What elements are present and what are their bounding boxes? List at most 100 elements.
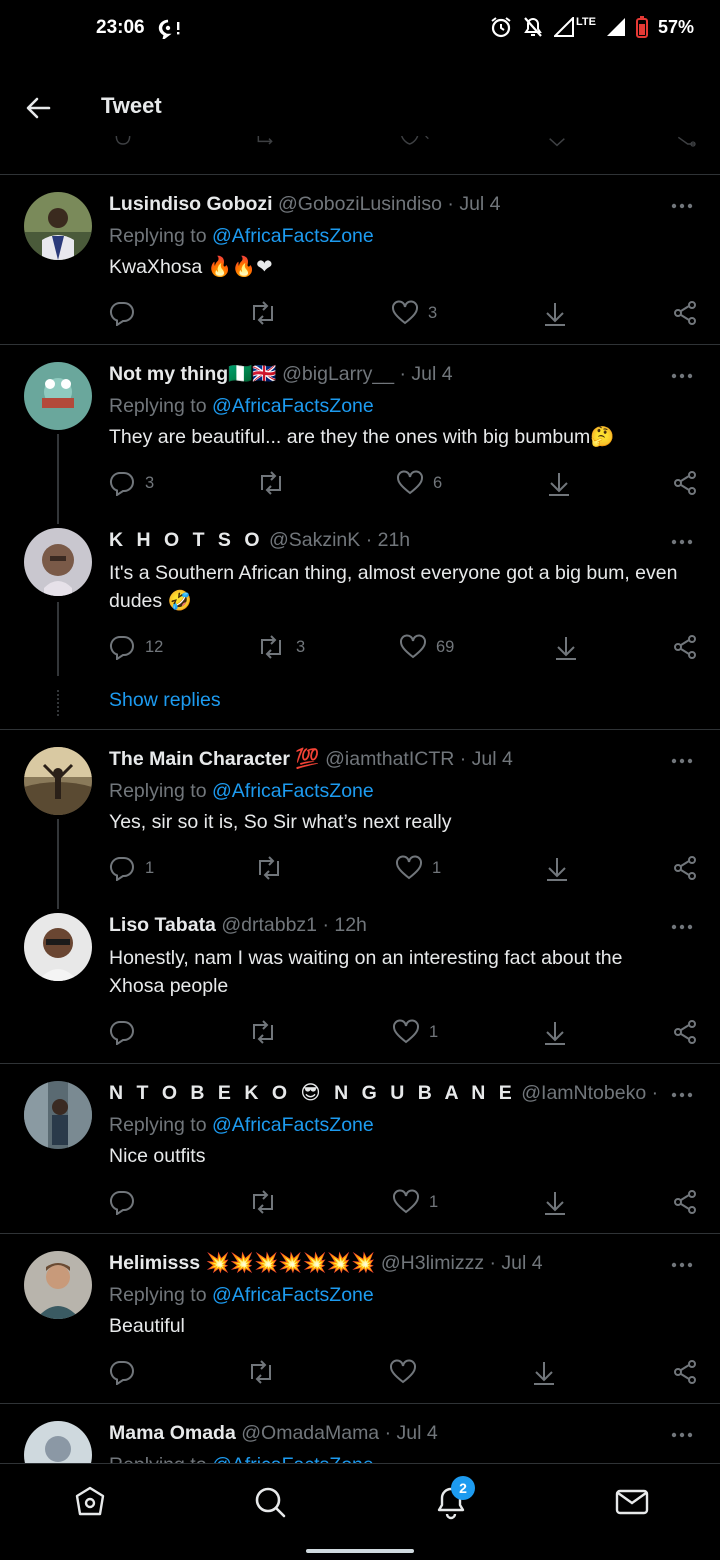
replying-to: Replying to @AfricaFactsZone	[109, 224, 374, 248]
search-icon[interactable]	[252, 1484, 288, 1520]
page-title: Tweet	[101, 93, 162, 118]
signal-icon-2	[606, 18, 625, 36]
more-share-button[interactable]	[672, 468, 698, 498]
share-button[interactable]	[542, 1187, 568, 1217]
retweet-button[interactable]	[246, 1357, 286, 1387]
tweet[interactable]: Lusindiso Gobozi @GoboziLusindiso · Jul …	[0, 174, 720, 344]
more-options-icon[interactable]	[670, 1091, 694, 1099]
author-handle[interactable]: @SakzinK	[269, 529, 360, 551]
reply-button[interactable]: 3	[109, 468, 154, 498]
avatar[interactable]	[24, 747, 92, 815]
retweet-button[interactable]	[254, 853, 294, 883]
author-handle[interactable]: @iamthatICTR	[325, 748, 454, 770]
retweet-button[interactable]	[248, 1187, 288, 1217]
replying-to: Replying to @AfricaFactsZone	[109, 1113, 374, 1137]
more-share-button[interactable]	[672, 853, 698, 883]
more-options-icon[interactable]	[670, 1431, 694, 1439]
avatar[interactable]	[24, 528, 92, 596]
share-button[interactable]	[546, 468, 572, 498]
mention-link[interactable]: @AfricaFactsZone	[212, 1454, 374, 1463]
reply-count: 1	[145, 858, 155, 877]
arrow-left-icon[interactable]	[22, 92, 54, 124]
like-button[interactable]	[390, 1357, 426, 1387]
author-handle[interactable]: @bigLarry__	[282, 363, 394, 385]
author-name[interactable]: N T O B E K O 😎 N G U B A N E	[109, 1082, 516, 1104]
retweet-button[interactable]: 3	[256, 632, 305, 662]
more-options-icon[interactable]	[670, 1261, 694, 1269]
reply-button[interactable]	[109, 298, 145, 328]
like-button[interactable]: 69	[400, 632, 454, 662]
author-name[interactable]: Liso Tabata	[109, 914, 216, 936]
avatar[interactable]	[24, 1081, 92, 1149]
author-handle[interactable]: @OmadaMama	[241, 1422, 379, 1444]
share-button[interactable]	[531, 1357, 557, 1387]
more-share-button[interactable]	[672, 1187, 698, 1217]
reply-button[interactable]	[109, 1357, 145, 1387]
like-button[interactable]: 1	[393, 1187, 438, 1217]
author-handle[interactable]: @IamNtobeko	[521, 1082, 646, 1104]
like-count: 1	[429, 1022, 439, 1041]
tweet-text: Yes, sir so it is, So Sir what’s next re…	[109, 811, 452, 833]
author-handle[interactable]: @H3limizzz	[381, 1252, 484, 1274]
like-button[interactable]: 1	[393, 1017, 438, 1047]
avatar[interactable]	[24, 192, 92, 260]
more-options-icon[interactable]	[670, 757, 694, 765]
tweet[interactable]: Mama Omada @OmadaMama · Jul 4 Replying t…	[0, 1403, 720, 1463]
author-name[interactable]: K H O T S O	[109, 529, 264, 551]
tweet[interactable]: K H O T S O @SakzinK · 21h It's a Southe…	[0, 514, 720, 729]
avatar[interactable]	[24, 1421, 92, 1463]
tweet[interactable]: Liso Tabata @drtabbz1 · 12h Honestly, na…	[0, 899, 720, 1063]
like-button[interactable]: 3	[392, 298, 437, 328]
retweet-button[interactable]	[256, 468, 296, 498]
like-button[interactable]: 1	[396, 853, 441, 883]
show-replies-link[interactable]: Show replies	[109, 689, 221, 712]
share-button[interactable]	[544, 853, 570, 883]
like-count: 6	[433, 473, 443, 492]
author-name[interactable]: Helimisss 💥💥💥💥💥💥💥	[109, 1252, 375, 1274]
avatar[interactable]	[24, 1251, 92, 1319]
author-name[interactable]: Lusindiso Gobozi	[109, 193, 273, 215]
share-button[interactable]	[553, 632, 579, 662]
retweet-button[interactable]	[248, 298, 288, 328]
more-share-button[interactable]	[672, 1357, 698, 1387]
more-share-button[interactable]	[672, 298, 698, 328]
mention-link[interactable]: @AfricaFactsZone	[212, 225, 374, 247]
previous-tweet-actions	[0, 136, 720, 174]
more-options-icon[interactable]	[670, 202, 694, 210]
author-name[interactable]: The Main Character 💯	[109, 748, 320, 770]
reply-button[interactable]	[109, 1017, 145, 1047]
messages-icon[interactable]	[614, 1484, 650, 1520]
more-options-icon[interactable]	[670, 538, 694, 546]
tweet-text: It's a Southern African thing, almost ev…	[109, 562, 678, 612]
avatar[interactable]	[24, 362, 92, 430]
more-options-icon[interactable]	[670, 372, 694, 380]
tweet[interactable]: N T O B E K O 😎 N G U B A N E @IamNtobek…	[0, 1063, 720, 1233]
heart-icon	[390, 1359, 416, 1384]
home-indicator[interactable]	[306, 1549, 414, 1553]
reply-button[interactable]	[109, 1187, 145, 1217]
home-icon[interactable]	[72, 1484, 108, 1520]
share-nodes-icon	[674, 635, 696, 659]
mention-link[interactable]: @AfricaFactsZone	[212, 1114, 374, 1136]
download-icon	[534, 1362, 554, 1385]
author-handle[interactable]: @drtabbz1	[221, 914, 317, 936]
like-button[interactable]: 6	[397, 468, 442, 498]
avatar[interactable]	[24, 913, 92, 981]
mention-link[interactable]: @AfricaFactsZone	[212, 395, 374, 417]
reply-button[interactable]: 1	[109, 853, 154, 883]
reply-button[interactable]: 12	[109, 632, 163, 662]
mention-link[interactable]: @AfricaFactsZone	[212, 780, 374, 802]
author-handle[interactable]: @GoboziLusindiso	[278, 193, 442, 215]
more-share-button[interactable]	[672, 1017, 698, 1047]
mention-link[interactable]: @AfricaFactsZone	[212, 1284, 374, 1306]
tweet[interactable]: Helimisss 💥💥💥💥💥💥💥 @H3limizzz · Jul 4 Rep…	[0, 1233, 720, 1403]
retweet-button[interactable]	[248, 1017, 288, 1047]
author-name[interactable]: Mama Omada	[109, 1422, 236, 1444]
share-button[interactable]	[542, 1017, 568, 1047]
author-name[interactable]: Not my thing🇳🇬🇬🇧	[109, 363, 277, 385]
tweet[interactable]: The Main Character 💯 @iamthatICTR · Jul …	[0, 729, 720, 909]
share-button[interactable]	[542, 298, 568, 328]
more-share-button[interactable]	[672, 632, 698, 662]
tweet[interactable]: Not my thing🇳🇬🇬🇧 @bigLarry__ · Jul 4 Rep…	[0, 344, 720, 524]
more-options-icon[interactable]	[670, 923, 694, 931]
